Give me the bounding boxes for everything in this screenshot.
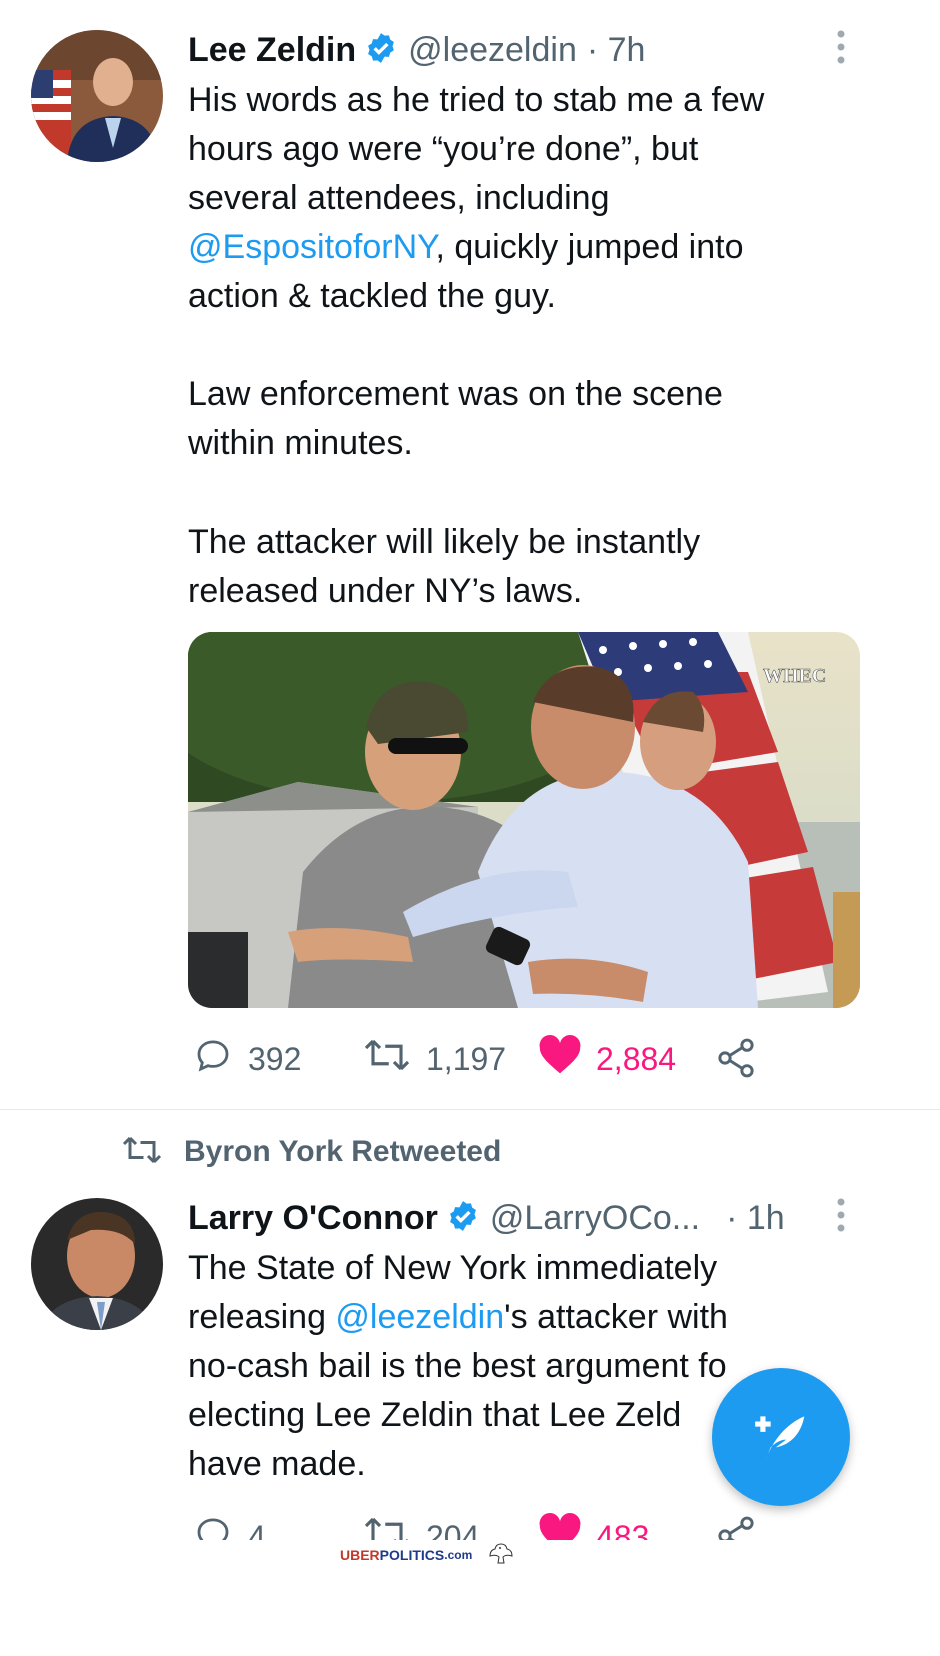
text-line: The State of New York immediately	[188, 1249, 718, 1287]
retweet-icon	[362, 1512, 412, 1540]
retweet-button[interactable]: 1,197	[362, 1036, 506, 1082]
media-watermark: WHEC	[763, 665, 826, 687]
text-line: The attacker will likely be instantly	[188, 523, 701, 561]
reply-icon	[192, 1512, 234, 1540]
share-icon[interactable]	[714, 1036, 758, 1080]
tweet2-stats-clip: 4 204 483	[0, 1500, 940, 1540]
text-line: @EspositoforNY, quickly jumped into	[188, 228, 744, 266]
site-watermark: UBER POLITICS .com	[340, 1542, 514, 1569]
like-count: 2,884	[596, 1040, 677, 1077]
text-line: no-cash bail is the best argument fo	[188, 1347, 727, 1385]
verified-badge-icon	[364, 31, 398, 70]
text-line: releasing @leezeldin's attacker with	[188, 1298, 728, 1336]
author-handle[interactable]: @LarryOCo...	[490, 1199, 700, 1238]
tweet2-header: Larry O'Connor @LarryOCo... · 1h	[188, 1194, 785, 1242]
tweet1-media-image[interactable]: WHEC	[188, 632, 860, 1008]
reply-button[interactable]: 392	[192, 1036, 301, 1082]
like-button[interactable]: 2,884	[538, 1034, 677, 1084]
text-line: several attendees, including	[188, 179, 610, 217]
text-line: released under NY’s laws.	[188, 572, 583, 610]
reply-count: 4	[248, 1518, 266, 1541]
heart-icon	[538, 1512, 582, 1540]
retweet-icon	[120, 1132, 164, 1173]
compose-icon	[750, 1406, 812, 1473]
more-icon[interactable]	[833, 1198, 849, 1232]
like-button[interactable]: 483	[538, 1512, 650, 1541]
more-icon[interactable]	[833, 30, 849, 64]
tweet-time[interactable]: · 7h	[587, 31, 646, 70]
text-line: action & tackled the guy.	[188, 277, 556, 315]
text-line: Law enforcement was on the scene	[188, 375, 723, 413]
text-line: within minutes.	[188, 424, 413, 462]
tweet-time[interactable]: · 1h	[726, 1199, 785, 1238]
tweet1-header: Lee Zeldin @leezeldin · 7h	[188, 26, 645, 74]
verified-badge-icon	[446, 1199, 480, 1238]
reply-icon	[192, 1034, 234, 1084]
avatar-larry-oconnor[interactable]	[31, 1198, 163, 1330]
retweet-banner-text: Byron York Retweeted	[184, 1135, 502, 1168]
heart-icon	[538, 1034, 582, 1084]
author-name[interactable]: Lee Zeldin	[188, 31, 356, 70]
eagle-logo-icon	[488, 1542, 514, 1569]
mention-link[interactable]: @leezeldin	[335, 1298, 504, 1336]
author-name[interactable]: Larry O'Connor	[188, 1199, 438, 1238]
retweet-button[interactable]: 204	[362, 1514, 479, 1540]
avatar-lee-zeldin[interactable]	[31, 30, 163, 162]
text-line: have made.	[188, 1445, 366, 1483]
like-count: 483	[596, 1518, 650, 1541]
reply-button[interactable]: 4	[192, 1514, 266, 1540]
author-handle[interactable]: @leezeldin	[408, 31, 577, 70]
text-line: hours ago were “you’re done”, but	[188, 130, 699, 168]
compose-tweet-button[interactable]	[712, 1368, 850, 1506]
retweet-count: 1,197	[426, 1040, 507, 1077]
text-line: His words as he tried to stab me a few	[188, 81, 765, 119]
share-icon[interactable]	[714, 1514, 758, 1540]
retweet-icon	[362, 1034, 412, 1084]
tweet-divider	[0, 1109, 940, 1110]
mention-link[interactable]: @EspositoforNY	[188, 228, 435, 266]
retweet-banner[interactable]: Byron York Retweeted	[120, 1130, 501, 1174]
retweet-count: 204	[426, 1518, 480, 1541]
reply-count: 392	[248, 1040, 302, 1077]
text-line: electing Lee Zeldin that Lee Zeld	[188, 1396, 682, 1434]
